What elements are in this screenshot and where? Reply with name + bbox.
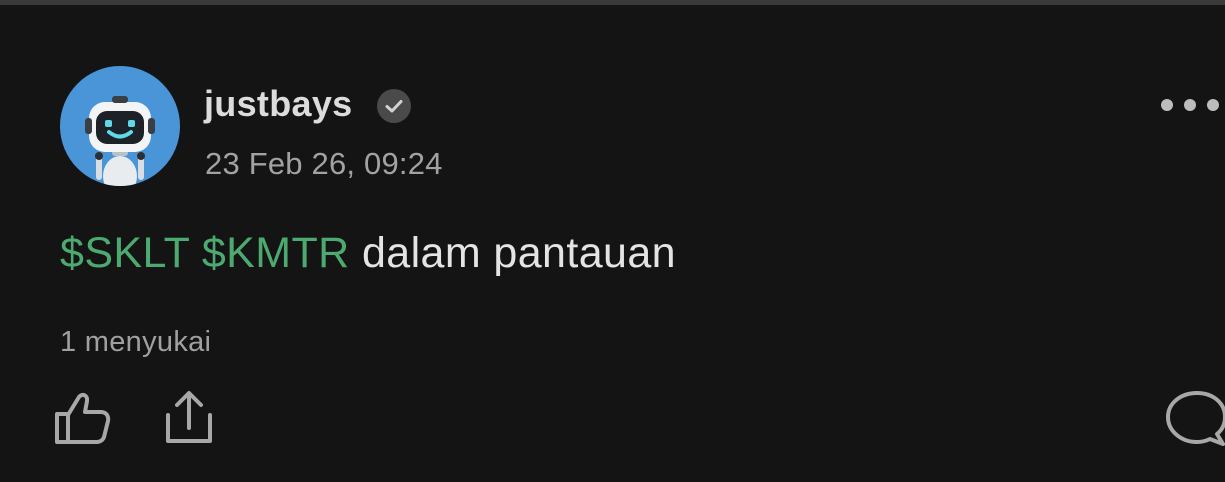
author-username[interactable]: justbays [204, 82, 352, 126]
share-icon[interactable] [160, 388, 218, 446]
post-text: dalam pantauan [361, 229, 676, 277]
robot-avatar-icon [85, 96, 155, 186]
post-timestamp: 23 Feb 26, 09:24 [205, 146, 443, 181]
post-content: $SKLT $KMTR dalam pantauan [60, 226, 676, 280]
more-options-icon[interactable] [1155, 88, 1225, 122]
post-card: justbays 23 Feb 26, 09:24 $SKLT $KMTR da… [0, 0, 1225, 482]
avatar[interactable] [60, 66, 180, 186]
ticker-link-kmtr[interactable]: $KMTR [202, 229, 350, 277]
comment-icon[interactable] [1162, 388, 1225, 448]
likes-count[interactable]: 1 menyukai [60, 324, 211, 360]
verified-badge-icon [377, 89, 411, 123]
thumbs-up-icon[interactable] [52, 390, 112, 446]
ticker-link-sklt[interactable]: $SKLT [60, 229, 190, 277]
